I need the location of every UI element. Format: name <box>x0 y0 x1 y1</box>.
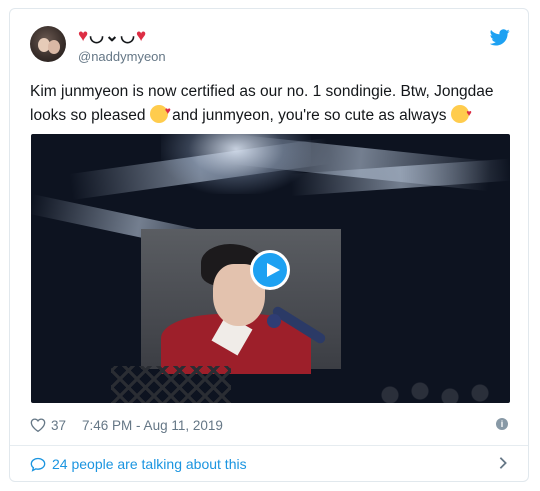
heart-icon[interactable] <box>30 417 46 433</box>
display-name[interactable]: ♥◡⌄◡♥ <box>78 26 147 46</box>
stage-light-glow <box>161 134 311 194</box>
video-thumbnail[interactable] <box>31 134 510 403</box>
avatar[interactable] <box>30 26 66 62</box>
stage-truss <box>111 366 231 403</box>
tweet-meta: 37 7:46 PM - Aug 11, 2019 <box>30 415 223 435</box>
face-blowing-a-kiss-icon <box>450 101 472 125</box>
conversation-label: 24 people are talking about this <box>52 456 247 472</box>
heart-emoji: ♥ <box>136 26 148 45</box>
twitter-bird-icon[interactable] <box>490 29 510 46</box>
like-count[interactable]: 37 <box>51 418 66 433</box>
crowd-silhouette <box>370 375 510 403</box>
chevron-right-icon[interactable] <box>498 456 508 470</box>
smiling-face-with-hearts-icon <box>149 100 171 124</box>
divider <box>10 445 528 446</box>
display-name-text: ◡⌄◡ <box>89 26 137 45</box>
heart-emoji: ♥ <box>78 26 90 45</box>
conversation-link[interactable]: 24 people are talking about this <box>30 454 508 474</box>
info-icon[interactable]: i <box>496 418 508 430</box>
timestamp[interactable]: 7:46 PM - Aug 11, 2019 <box>82 418 223 433</box>
tweet-text: Kim junmyeon is now certified as our no.… <box>30 80 514 128</box>
speech-bubble-icon <box>30 457 46 472</box>
avatar-face <box>48 40 60 54</box>
microphone-head <box>267 314 281 328</box>
tweet-text-part: and junmyeon, you're so cute as always <box>167 107 451 124</box>
user-handle[interactable]: @naddymyeon <box>78 49 166 64</box>
play-icon[interactable] <box>250 250 290 290</box>
tweet-card: ♥◡⌄◡♥ @naddymyeon Kim junmyeon is now ce… <box>9 8 529 482</box>
